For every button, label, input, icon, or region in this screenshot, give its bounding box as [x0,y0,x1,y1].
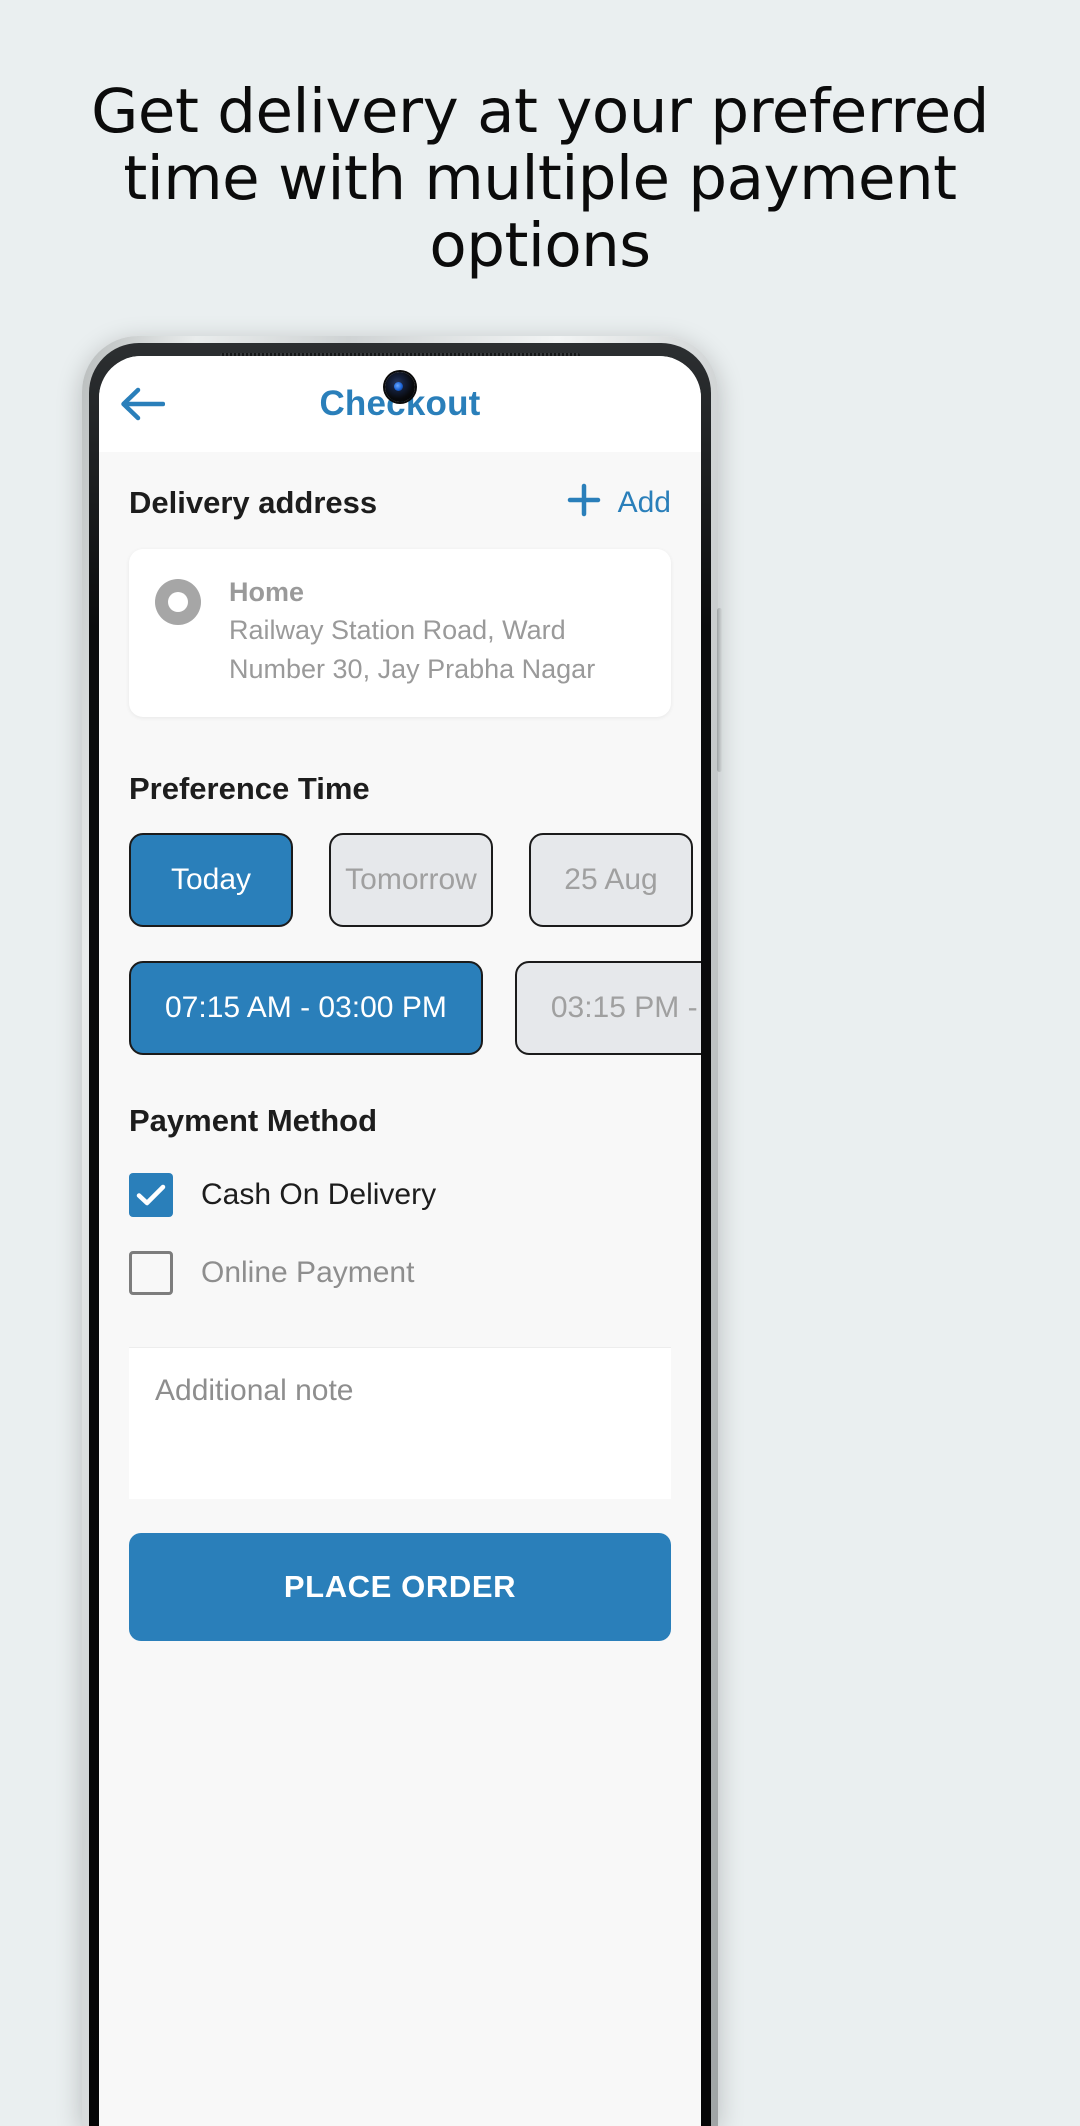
app-bar: Checkout [99,356,701,452]
front-camera-punch-hole [385,372,415,402]
promo-headline: Get delivery at your preferred time with… [91,76,989,281]
camera-lens-glint [394,382,403,391]
payment-option-label-online: Online Payment [201,1256,415,1289]
checkbox-checked-icon[interactable] [129,1173,173,1217]
phone-mockup: Checkout Delivery address Add Home Railw… [82,336,722,2126]
address-radio-button[interactable] [155,579,201,625]
preference-slot-chip-row[interactable]: 07:15 AM - 03:00 PM 03:15 PM - [99,927,701,1055]
additional-note-field[interactable]: Additional note [129,1347,671,1499]
add-address-button[interactable]: Add [566,482,671,523]
address-detail: Railway Station Road, Ward Number 30, Ja… [229,615,596,684]
place-order-button[interactable]: PLACE ORDER [129,1533,671,1641]
phone-screen: Checkout Delivery address Add Home Railw… [99,356,701,2126]
additional-note-placeholder: Additional note [155,1374,354,1407]
date-chip-today[interactable]: Today [129,833,293,927]
payment-option-online-payment[interactable]: Online Payment [99,1217,701,1295]
phone-side-button [717,608,722,772]
address-card[interactable]: Home Railway Station Road, Ward Number 3… [129,549,671,717]
address-text-block: Home Railway Station Road, Ward Number 3… [229,575,645,689]
time-slot-chip-morning[interactable]: 07:15 AM - 03:00 PM [129,961,483,1055]
delivery-address-header: Delivery address Add [99,452,701,523]
date-chip-tomorrow[interactable]: Tomorrow [329,833,493,927]
payment-method-title: Payment Method [129,1103,378,1138]
preference-date-chip-row[interactable]: Today Tomorrow 25 Aug [99,807,701,927]
payment-option-cash-on-delivery[interactable]: Cash On Delivery [99,1139,701,1217]
plus-icon [566,482,602,523]
checkout-body: Delivery address Add Home Railway Statio… [99,452,701,2126]
delivery-address-title: Delivery address [129,484,378,520]
time-slot-chip-afternoon[interactable]: 03:15 PM - [514,961,701,1055]
date-chip-25-aug[interactable]: 25 Aug [529,833,693,927]
add-address-label: Add [617,485,671,519]
preference-time-title: Preference Time [129,771,370,806]
checkbox-unchecked-icon[interactable] [129,1251,173,1295]
payment-option-label-cod: Cash On Delivery [201,1178,437,1211]
address-label: Home [229,577,305,607]
address-radio-inner [168,592,188,612]
